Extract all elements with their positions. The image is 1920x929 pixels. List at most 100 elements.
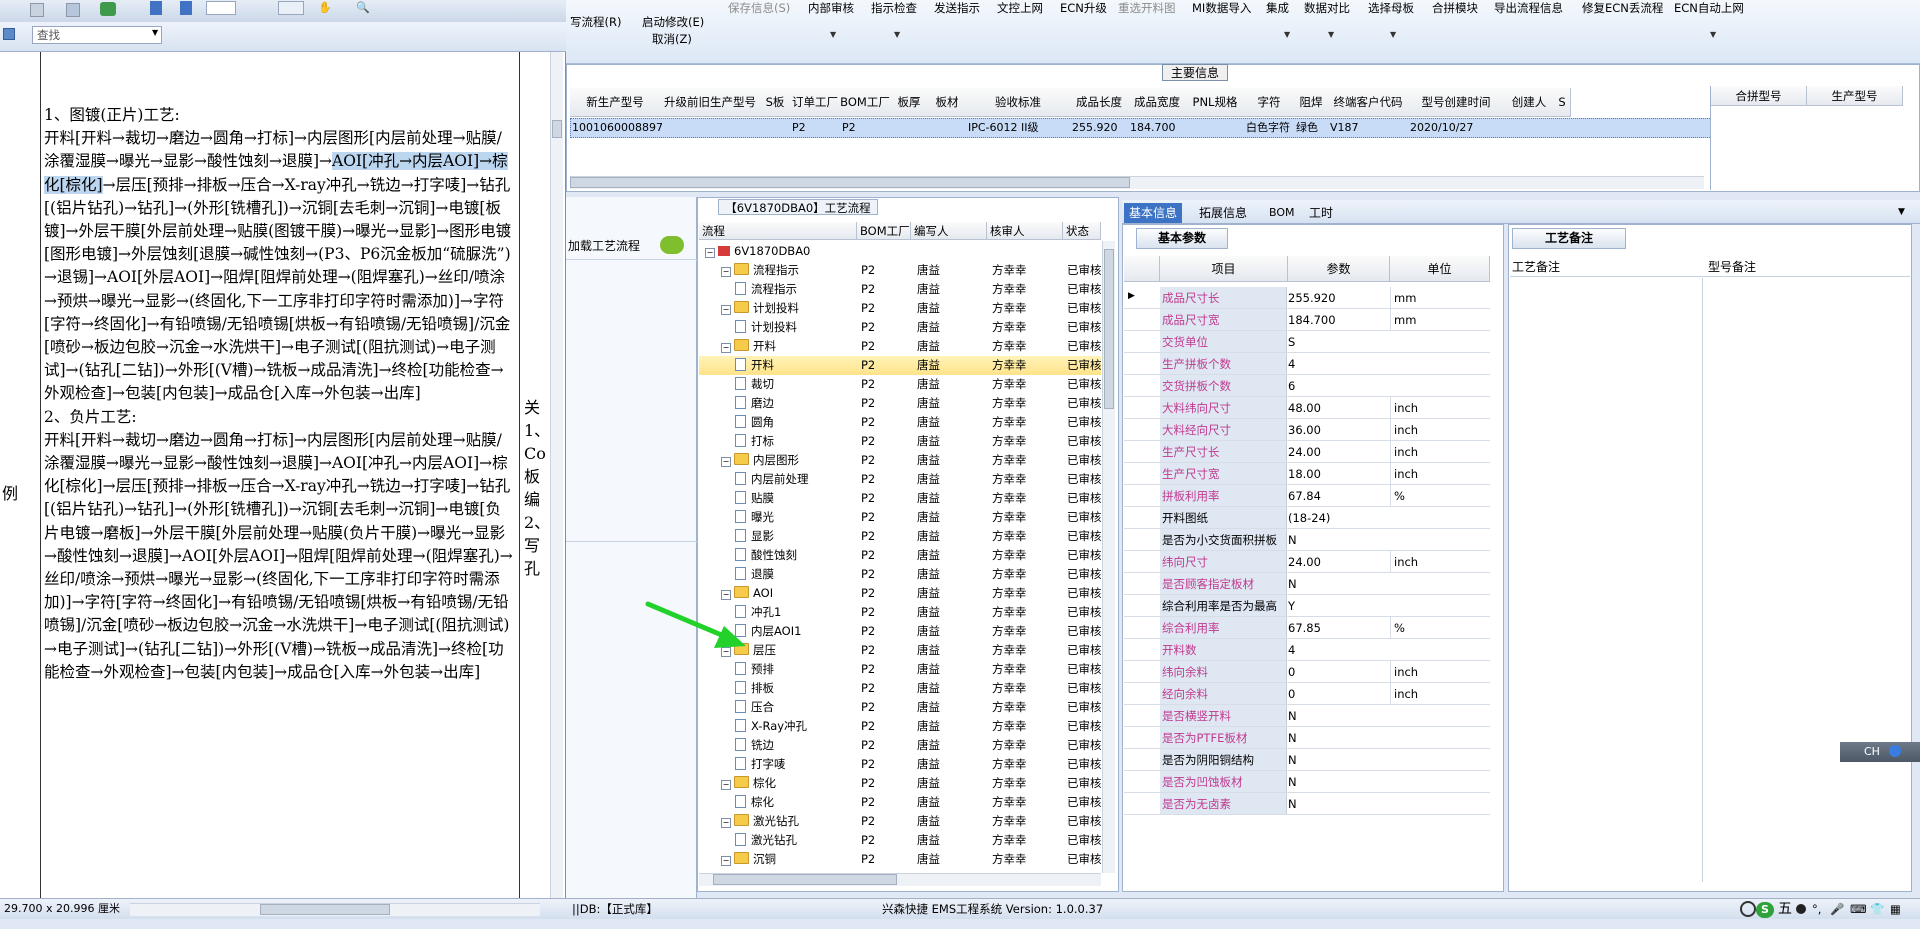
param-row[interactable]: 开料数 4 xyxy=(1124,639,1490,661)
param-value[interactable]: 0 xyxy=(1288,661,1388,683)
tree-row[interactable]: 流程指示 P2 唐益 方幸幸 已审核 xyxy=(699,280,1101,299)
tree-row[interactable]: − 内层图形 P2 唐益 方幸幸 已审核 xyxy=(699,451,1101,470)
param-row[interactable]: 生产尺寸宽 18.00 inch xyxy=(1124,463,1490,485)
collapse-icon[interactable]: − xyxy=(721,818,731,828)
search-input[interactable]: 查找 xyxy=(32,26,162,44)
param-value[interactable]: 18.00 xyxy=(1288,463,1388,485)
param-row[interactable]: 是否为凹蚀板材 N xyxy=(1124,771,1490,793)
doc-scroll-thumb[interactable] xyxy=(552,120,562,138)
main-cell-7[interactable]: IPC-6012 II级 xyxy=(966,118,1072,138)
dropdown-arrow-icon[interactable]: ▼ xyxy=(1328,30,1334,39)
main-cell-10[interactable] xyxy=(1186,118,1246,138)
param-row[interactable]: 纬向尺寸 24.00 inch xyxy=(1124,551,1490,573)
ime-keyboard-icon[interactable]: ⌨ xyxy=(1850,899,1867,919)
start-modify-button[interactable]: 启动修改(E) xyxy=(642,14,704,30)
main-cell-4[interactable]: P2 xyxy=(840,118,892,138)
main-col-0[interactable]: 新生产型号 xyxy=(570,88,661,117)
tab-extended-info[interactable]: 拓展信息 xyxy=(1194,203,1252,223)
tree-row[interactable]: − 计划投料 P2 唐益 方幸幸 已审核 xyxy=(699,299,1101,318)
param-value[interactable]: 4 xyxy=(1288,353,1388,375)
main-cell-15[interactable] xyxy=(1504,118,1556,138)
collapse-icon[interactable]: − xyxy=(721,780,731,790)
tab-basic-info[interactable]: 基本信息 xyxy=(1124,203,1183,223)
collapse-icon[interactable]: − xyxy=(721,856,731,866)
param-row[interactable]: 生产拼板个数 4 xyxy=(1124,353,1490,375)
param-value[interactable]: (18-24) xyxy=(1288,507,1388,529)
main-cell-6[interactable] xyxy=(928,118,968,138)
col-flow[interactable]: 流程 xyxy=(699,222,857,240)
param-row[interactable]: 开料图纸 (18-24) xyxy=(1124,507,1490,529)
param-value[interactable]: N xyxy=(1288,793,1388,815)
ecn-upgrade-button[interactable]: ECN升级 xyxy=(1060,0,1107,16)
tree-row[interactable]: 压合 P2 唐益 方幸幸 已审核 xyxy=(699,698,1101,717)
merge-module-button[interactable]: 合拼模块 xyxy=(1432,0,1478,16)
main-col-9[interactable]: 成品宽度 xyxy=(1128,88,1187,117)
send-instruction-button[interactable]: 发送指示 xyxy=(934,0,980,16)
main-col-5[interactable]: 板厚 xyxy=(890,88,929,117)
tree-row[interactable]: − AOI P2 唐益 方幸幸 已审核 xyxy=(699,584,1101,603)
main-col-12[interactable]: 阻焊 xyxy=(1294,88,1329,117)
repair-ecn-button[interactable]: 修复ECN丢流程 xyxy=(1582,0,1663,16)
col-writer[interactable]: 编写人 xyxy=(911,222,987,240)
param-value[interactable]: N xyxy=(1288,771,1388,793)
zoom-icon[interactable]: 🔍 xyxy=(356,1,370,15)
main-col-7[interactable]: 验收标准 xyxy=(966,88,1071,117)
param-row[interactable]: 是否横竖开料 N xyxy=(1124,705,1490,727)
param-row[interactable]: 是否为阴阳铜结构 N xyxy=(1124,749,1490,771)
ime-punct-icon[interactable]: °, xyxy=(1812,899,1821,919)
tree-row[interactable]: − 激光钻孔 P2 唐益 方幸幸 已审核 xyxy=(699,812,1101,831)
internal-review-button[interactable]: 内部审核 xyxy=(808,0,854,16)
param-row[interactable]: 综合利用率 67.85% xyxy=(1124,617,1490,639)
print-icon[interactable] xyxy=(30,3,44,17)
param-row[interactable]: 综合利用率是否为最高 Y xyxy=(1124,595,1490,617)
tree-row[interactable]: 显影 P2 唐益 方幸幸 已审核 xyxy=(699,527,1101,546)
export-flow-info-button[interactable]: 导出流程信息 xyxy=(1494,0,1563,16)
save-icon[interactable] xyxy=(66,3,80,17)
main-cell-0[interactable]: 10010600088973 xyxy=(570,118,662,138)
param-value[interactable]: N xyxy=(1288,727,1388,749)
main-col-3[interactable]: 订单工厂 xyxy=(790,88,841,117)
tree-row[interactable]: 内层前处理 P2 唐益 方幸幸 已审核 xyxy=(699,470,1101,489)
tabs-dropdown-icon[interactable]: ▼ xyxy=(1898,207,1905,217)
tree-row[interactable]: − 棕化 P2 唐益 方幸幸 已审核 xyxy=(699,774,1101,793)
tree-row[interactable]: 预排 P2 唐益 方幸幸 已审核 xyxy=(699,660,1101,679)
collapse-icon[interactable]: − xyxy=(721,267,731,277)
param-row[interactable]: 成品尺寸宽 184.700 mm xyxy=(1124,309,1490,331)
main-col-2[interactable]: S板 xyxy=(760,88,791,117)
tree-hscroll-thumb[interactable] xyxy=(713,874,897,885)
instruction-check-button[interactable]: 指示检查 xyxy=(871,0,917,16)
main-cell-14[interactable]: 2020/10/27 xyxy=(1408,118,1506,138)
tree-row[interactable]: 打字唛 P2 唐益 方幸幸 已审核 xyxy=(699,755,1101,774)
tab-bom[interactable]: BOM xyxy=(1264,203,1300,223)
main-col-16[interactable]: S xyxy=(1554,88,1571,117)
param-value[interactable]: 4 xyxy=(1288,639,1388,661)
col-reviewer[interactable]: 核审人 xyxy=(987,222,1063,240)
merge-model-header[interactable]: 合拼型号 xyxy=(1711,86,1807,106)
param-value[interactable]: 6 xyxy=(1288,375,1388,397)
param-value[interactable]: 24.00 xyxy=(1288,551,1388,573)
main-col-13[interactable]: 终端客户代码 xyxy=(1328,88,1409,117)
param-row[interactable]: 纬向余料 0 inch xyxy=(1124,661,1490,683)
main-cell-3[interactable]: P2 xyxy=(790,118,842,138)
search-dropdown-icon[interactable]: ▼ xyxy=(152,28,158,37)
param-row[interactable]: 生产尺寸长 24.00 inch xyxy=(1124,441,1490,463)
col-unit[interactable]: 单位 xyxy=(1390,256,1490,282)
doc-control-online-button[interactable]: 文控上网 xyxy=(997,0,1043,16)
main-col-8[interactable]: 成品长度 xyxy=(1070,88,1129,117)
write-flow-button[interactable]: 写流程(R) xyxy=(570,14,621,30)
cancel-button[interactable]: 取消(Z) xyxy=(652,31,692,47)
dropdown-arrow-icon[interactable]: ▼ xyxy=(830,30,836,39)
tree-row[interactable]: 内层AOI1 P2 唐益 方幸幸 已审核 xyxy=(699,622,1101,641)
ime-halfwidth-icon[interactable] xyxy=(1796,904,1806,914)
main-cell-11[interactable]: 白色字符 xyxy=(1244,118,1296,138)
param-value[interactable]: 24.00 xyxy=(1288,441,1388,463)
main-col-11[interactable]: 字符 xyxy=(1244,88,1295,117)
param-row[interactable]: 拼板利用率 67.84% xyxy=(1124,485,1490,507)
param-value[interactable]: N xyxy=(1288,749,1388,771)
tree-row[interactable]: 裁切 P2 唐益 方幸幸 已审核 xyxy=(699,375,1101,394)
reselect-cut-drawing-button[interactable]: 重选开料图 xyxy=(1118,0,1176,16)
collapse-icon[interactable]: − xyxy=(721,457,731,467)
tab-work-hours[interactable]: 工时 xyxy=(1304,203,1338,223)
main-col-6[interactable]: 板材 xyxy=(928,88,967,117)
main-col-15[interactable]: 创建人 xyxy=(1504,88,1555,117)
